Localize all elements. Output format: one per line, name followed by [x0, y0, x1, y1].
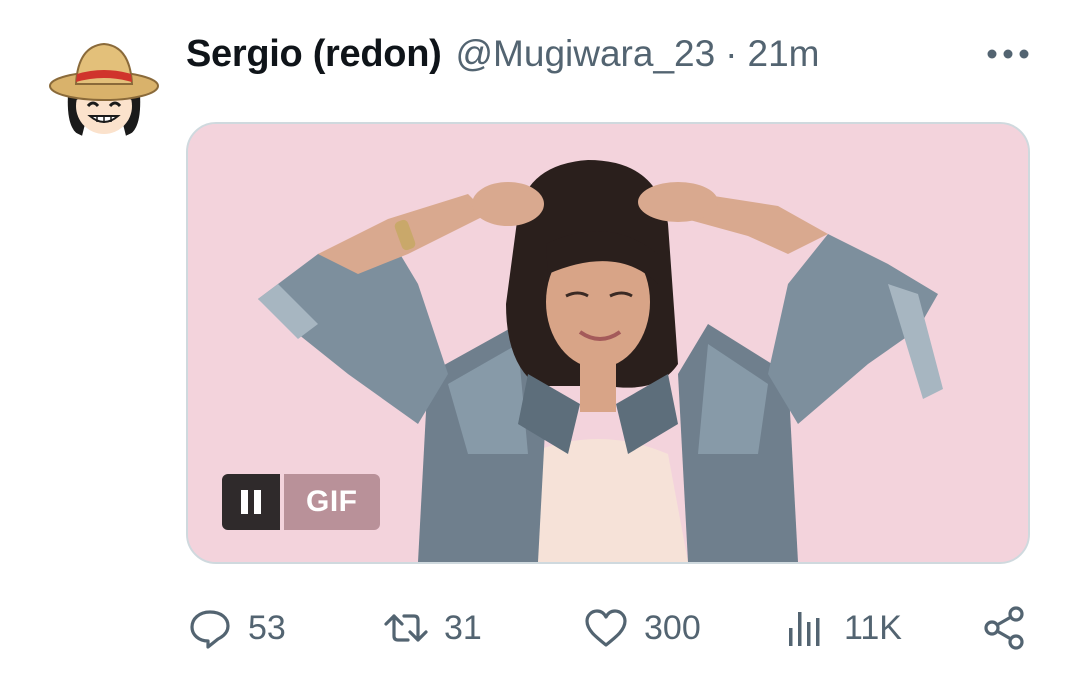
reply-icon — [190, 610, 230, 649]
tweet-header: Sergio (redon) @Mugiwara_23 · 21m — [186, 28, 819, 80]
gif-badge: GIF — [284, 474, 380, 530]
more-options-button[interactable] — [982, 36, 1034, 72]
views-icon — [789, 612, 820, 646]
retweet-icon — [384, 614, 428, 642]
share-icon — [984, 606, 1024, 650]
reply-count: 53 — [248, 608, 286, 647]
gif-media[interactable]: GIF — [186, 122, 1030, 564]
pause-icon — [241, 490, 261, 514]
reply-button[interactable]: 53 — [186, 600, 286, 656]
author-handle[interactable]: @Mugiwara_23 — [455, 33, 715, 75]
gif-controls: GIF — [222, 474, 380, 530]
header-separator: · — [725, 33, 738, 74]
retweet-count: 31 — [444, 608, 482, 647]
tweet: Sergio (redon) @Mugiwara_23 · 21m GIF 53… — [0, 0, 1080, 687]
tweet-timestamp[interactable]: 21m — [748, 33, 820, 75]
heart-icon — [585, 609, 627, 647]
share-button[interactable] — [980, 600, 1028, 656]
more-dots-icon — [987, 49, 1029, 59]
pause-button[interactable] — [222, 474, 280, 530]
avatar[interactable] — [46, 24, 162, 140]
author-name[interactable]: Sergio (redon) — [186, 33, 442, 76]
tweet-actions: 53 31 300 11K — [186, 600, 1036, 656]
views-count: 11K — [844, 608, 902, 647]
straw-hat-avatar — [46, 24, 162, 140]
retweet-button[interactable]: 31 — [382, 600, 482, 656]
like-count: 300 — [644, 608, 701, 647]
views-button[interactable]: 11K — [782, 600, 902, 656]
like-button[interactable]: 300 — [582, 600, 701, 656]
